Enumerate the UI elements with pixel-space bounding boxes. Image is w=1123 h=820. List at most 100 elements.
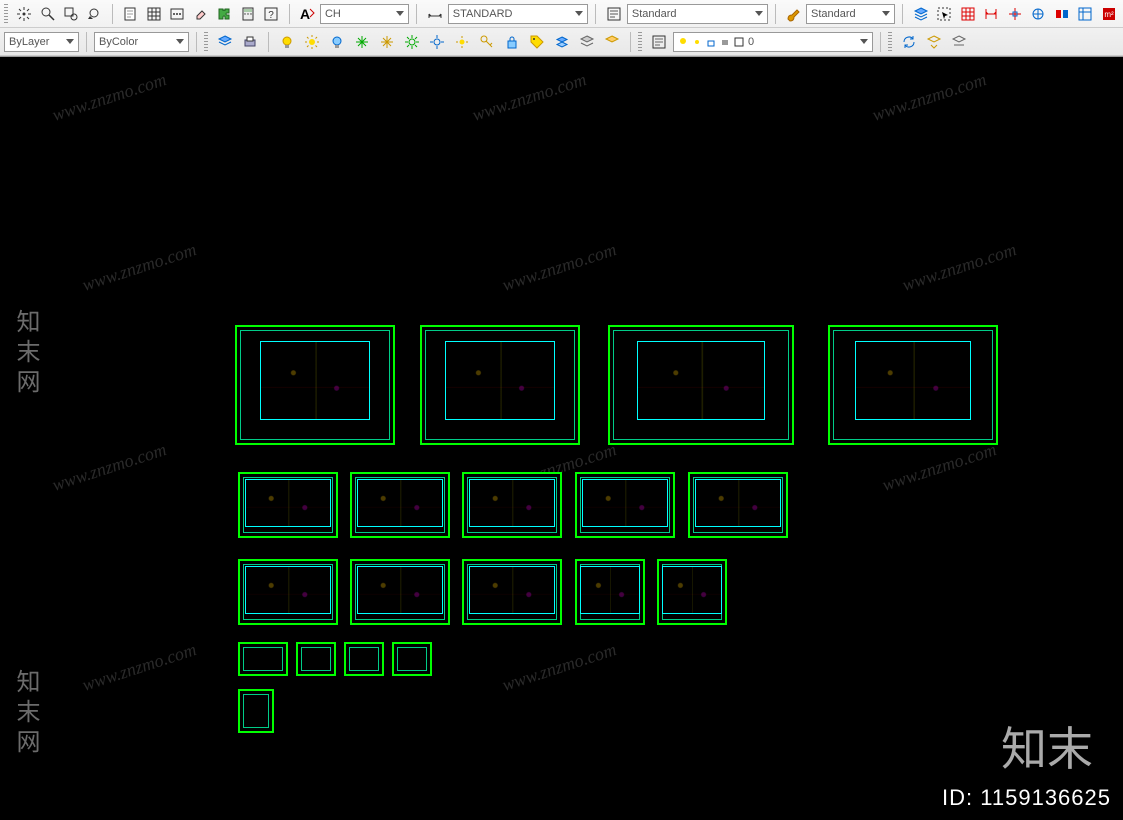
grip[interactable] [888, 32, 892, 52]
sun-mini-icon [692, 37, 702, 47]
watermark: www.znzmo.com [900, 239, 1019, 296]
pan-icon[interactable] [14, 3, 35, 25]
layer-name: 0 [748, 36, 754, 48]
brush-icon[interactable] [782, 3, 803, 25]
drawing-sheet[interactable] [575, 472, 675, 538]
text-a-icon[interactable]: A [296, 3, 317, 25]
grip[interactable] [204, 32, 208, 52]
zoom-prev-icon[interactable] [84, 3, 105, 25]
drawing-sheet[interactable] [828, 325, 998, 445]
snow-yellow-icon[interactable] [376, 31, 398, 53]
layer-prev-icon[interactable] [948, 31, 970, 53]
grip[interactable] [638, 32, 642, 52]
color-value: ByColor [99, 36, 138, 48]
drawing-sheet[interactable] [462, 472, 562, 538]
toolbar-row-1: ? A CH STANDARD Standard Standard m² [0, 0, 1123, 28]
toolbar-area: ? A CH STANDARD Standard Standard m² ByL… [0, 0, 1123, 57]
help-icon[interactable]: ? [261, 3, 282, 25]
puzzle-icon[interactable] [214, 3, 235, 25]
toolbar-row-2: ByLayer ByColor 0 [0, 28, 1123, 56]
drawing-sheet[interactable] [657, 559, 727, 625]
drawing-sheet[interactable] [392, 642, 432, 676]
drawing-canvas[interactable]: www.znzmo.com www.znzmo.com www.znzmo.co… [0, 57, 1123, 819]
layers-iso-icon[interactable] [601, 31, 623, 53]
table-icon[interactable] [143, 3, 164, 25]
drawing-sheet[interactable] [238, 559, 338, 625]
drawing-sheet[interactable] [575, 559, 645, 625]
lineweight-combo[interactable]: ByLayer [4, 32, 79, 52]
font-style-value: CH [325, 8, 341, 20]
eraser-icon[interactable] [190, 3, 211, 25]
option-icon[interactable] [167, 3, 188, 25]
bulb-blue-icon[interactable] [326, 31, 348, 53]
zoom-window-icon[interactable] [61, 3, 82, 25]
watermark: www.znzmo.com [470, 69, 589, 126]
layers-stack-icon[interactable] [910, 3, 931, 25]
drawing-sheet[interactable] [344, 642, 384, 676]
refresh-icon[interactable] [898, 31, 920, 53]
watermark: www.znzmo.com [50, 439, 169, 496]
drawing-sheet[interactable] [238, 642, 288, 676]
gear-blue-icon[interactable] [426, 31, 448, 53]
drawing-sheet[interactable] [238, 689, 274, 733]
drawing-sheet[interactable] [608, 325, 794, 445]
layer-combo[interactable]: 0 [673, 32, 873, 52]
zoom-icon[interactable] [37, 3, 58, 25]
layer-states-icon[interactable] [648, 31, 670, 53]
drawing-sheet[interactable] [462, 559, 562, 625]
layer-manager-icon[interactable] [214, 31, 236, 53]
side-watermark: 知末网 [8, 309, 43, 399]
brand-watermark: 知末 [1001, 713, 1093, 779]
id-label: ID: 1159136625 [942, 785, 1111, 811]
grid-red-icon[interactable] [957, 3, 978, 25]
table-style-combo[interactable]: Standard [806, 4, 895, 24]
drawing-sheet[interactable] [235, 325, 395, 445]
dim-style-icon[interactable] [424, 3, 445, 25]
match-icon[interactable] [1051, 3, 1072, 25]
lock-mini-icon [706, 37, 716, 47]
drawing-sheet[interactable] [238, 472, 338, 538]
svg-text:A: A [300, 6, 310, 22]
snap-cross-icon[interactable] [1004, 3, 1025, 25]
effect-blue-icon[interactable] [1028, 3, 1049, 25]
dim-style-value: Standard [632, 8, 677, 20]
watermark: www.znzmo.com [80, 239, 199, 296]
layer-print-icon[interactable] [239, 31, 261, 53]
lock-blue-icon[interactable] [501, 31, 523, 53]
square-mini-icon [734, 37, 744, 47]
area-red-icon[interactable]: m² [1099, 3, 1120, 25]
layer-walk-icon[interactable] [923, 31, 945, 53]
drawing-sheet[interactable] [688, 472, 788, 538]
watermark: www.znzmo.com [50, 69, 169, 126]
freeze-green-icon[interactable] [351, 31, 373, 53]
table-style-value: Standard [811, 8, 856, 20]
standard-list-icon[interactable] [603, 3, 624, 25]
drawing-sheet[interactable] [296, 642, 336, 676]
sun-icon[interactable] [301, 31, 323, 53]
dimension-red-icon[interactable] [981, 3, 1002, 25]
sheet-icon[interactable] [120, 3, 141, 25]
watermark: www.znzmo.com [500, 639, 619, 696]
grip[interactable] [4, 4, 8, 24]
layers-dup-icon[interactable] [551, 31, 573, 53]
tag-yellow-icon[interactable] [526, 31, 548, 53]
select-obj-icon[interactable] [934, 3, 955, 25]
gear-green-icon[interactable] [401, 31, 423, 53]
sun-small-icon[interactable] [451, 31, 473, 53]
text-style-combo[interactable]: STANDARD [448, 4, 589, 24]
layers-merge-icon[interactable] [576, 31, 598, 53]
bulb-on-icon[interactable] [276, 31, 298, 53]
drawing-sheet[interactable] [350, 472, 450, 538]
color-combo[interactable]: ByColor [94, 32, 189, 52]
drawing-sheet[interactable] [350, 559, 450, 625]
drawing-sheet[interactable] [420, 325, 580, 445]
lineweight-value: ByLayer [9, 36, 49, 48]
font-style-combo[interactable]: CH [320, 4, 409, 24]
calc-icon[interactable] [237, 3, 258, 25]
bulb-mini-icon [678, 37, 688, 47]
spreadsheet-icon[interactable] [1075, 3, 1096, 25]
side-watermark: 知末网 [8, 669, 43, 759]
dim-style-combo[interactable]: Standard [627, 4, 768, 24]
key-icon[interactable] [476, 31, 498, 53]
watermark: www.znzmo.com [880, 439, 999, 496]
